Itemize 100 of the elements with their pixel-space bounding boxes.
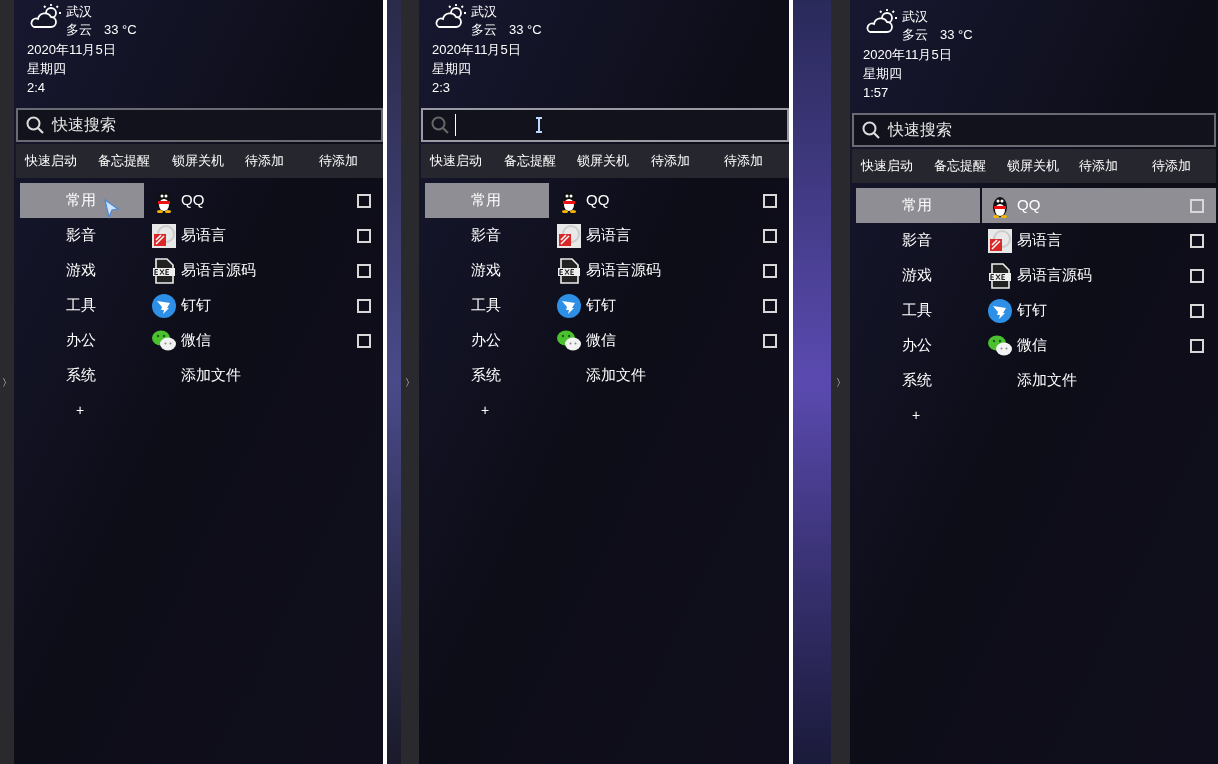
exe-file-icon xyxy=(556,257,581,284)
app-row[interactable]: 微信 xyxy=(551,323,789,358)
category-item[interactable]: 影音 xyxy=(425,218,549,253)
checkbox[interactable] xyxy=(357,193,371,208)
checkbox[interactable] xyxy=(763,193,777,208)
chat-bubbles-icon xyxy=(986,333,1013,358)
app-row[interactable]: 易语言源码 xyxy=(551,253,789,288)
tab[interactable]: 待添加 xyxy=(1143,156,1216,176)
category-item[interactable]: 系统 xyxy=(425,358,549,393)
search-field[interactable] xyxy=(421,108,789,142)
checkbox[interactable] xyxy=(763,298,777,313)
app-row[interactable]: 易语言 xyxy=(982,223,1216,258)
app-label: 钉钉 xyxy=(1017,300,1048,321)
category-item[interactable]: 办公 xyxy=(20,323,144,358)
collapse-handle[interactable]: 〉 xyxy=(401,0,419,764)
checkbox[interactable] xyxy=(357,333,371,348)
time-label: 2:3 xyxy=(432,79,451,97)
app-row[interactable]: 添加文件 xyxy=(551,358,789,393)
text-caret xyxy=(455,114,456,136)
tab[interactable]: 备忘提醒 xyxy=(924,156,998,176)
app-label: 钉钉 xyxy=(586,295,617,316)
collapse-handle[interactable]: 〉 xyxy=(831,0,850,764)
time-label: 2:4 xyxy=(27,79,46,97)
app-row[interactable]: 钉钉 xyxy=(146,288,383,323)
category-item[interactable]: 工具 xyxy=(856,293,980,328)
checkbox[interactable] xyxy=(357,228,371,243)
app-row[interactable]: 微信 xyxy=(146,323,383,358)
app-row[interactable]: 添加文件 xyxy=(146,358,383,393)
time-label: 1:57 xyxy=(863,84,889,102)
category-item[interactable]: 工具 xyxy=(20,288,144,323)
wing-logo-icon xyxy=(556,293,581,318)
search-field[interactable]: 快速搜索 xyxy=(16,108,383,142)
tab[interactable]: 备忘提醒 xyxy=(494,151,569,171)
logo-icon xyxy=(556,223,581,248)
app-row[interactable]: 易语言 xyxy=(551,218,789,253)
category-item[interactable]: 办公 xyxy=(425,323,549,358)
app-row[interactable]: QQ xyxy=(551,183,789,218)
checkbox[interactable] xyxy=(1190,233,1204,248)
tab[interactable]: 锁屏关机 xyxy=(997,156,1071,176)
tab[interactable]: 快速启动 xyxy=(852,156,925,176)
tab[interactable]: 待添加 xyxy=(236,151,310,171)
app-row[interactable]: 易语言源码 xyxy=(982,258,1216,293)
checkbox[interactable] xyxy=(1190,268,1204,283)
tab[interactable]: 待添加 xyxy=(1070,156,1144,176)
tab[interactable]: 锁屏关机 xyxy=(568,151,642,171)
logo-icon xyxy=(987,228,1012,253)
app-row[interactable]: 添加文件 xyxy=(982,363,1216,398)
category-item[interactable]: 办公 xyxy=(856,328,980,363)
checkbox[interactable] xyxy=(763,333,777,348)
checkbox[interactable] xyxy=(763,228,777,243)
checkbox[interactable] xyxy=(357,298,371,313)
checkbox[interactable] xyxy=(763,263,777,278)
app-row[interactable]: QQ xyxy=(146,183,383,218)
tab[interactable]: 待添加 xyxy=(641,151,716,171)
date-label: 2020年11月5日 xyxy=(432,41,521,59)
checkbox[interactable] xyxy=(1190,303,1204,318)
category-item[interactable]: 影音 xyxy=(20,218,144,253)
search-placeholder: 快速搜索 xyxy=(52,115,116,135)
add-category-button[interactable]: + xyxy=(856,398,980,433)
app-label: 易语言 xyxy=(1017,230,1063,251)
app-label: QQ xyxy=(181,190,206,211)
collapse-handle[interactable]: 〉 xyxy=(0,0,14,764)
checkbox[interactable] xyxy=(1190,198,1204,213)
category-item[interactable]: 游戏 xyxy=(425,253,549,288)
category-item[interactable]: 系统 xyxy=(20,358,144,393)
weekday-label: 星期四 xyxy=(863,65,902,83)
app-row[interactable]: 易语言 xyxy=(146,218,383,253)
app-label: 添加文件 xyxy=(1017,370,1078,391)
category-item[interactable]: 系统 xyxy=(856,363,980,398)
tab[interactable]: 待添加 xyxy=(309,151,384,171)
add-category-button[interactable]: + xyxy=(20,393,144,428)
date-label: 2020年11月5日 xyxy=(863,46,952,64)
app-row[interactable]: 钉钉 xyxy=(551,288,789,323)
tab[interactable]: 快速启动 xyxy=(421,151,495,171)
checkbox[interactable] xyxy=(1190,338,1204,353)
app-row[interactable]: 微信 xyxy=(982,328,1216,363)
chat-bubbles-icon xyxy=(555,328,582,353)
app-label: 易语言 xyxy=(586,225,632,246)
cloud-sun-icon xyxy=(433,3,467,29)
search-field[interactable]: 快速搜索 xyxy=(852,113,1216,147)
app-label: 微信 xyxy=(586,330,617,351)
category-item[interactable]: 工具 xyxy=(425,288,549,323)
app-row[interactable]: 易语言源码 xyxy=(146,253,383,288)
search-icon xyxy=(26,116,44,134)
temperature-label: 33 °C xyxy=(940,26,973,44)
category-item[interactable]: 影音 xyxy=(856,223,980,258)
temperature-label: 33 °C xyxy=(104,21,137,39)
category-item[interactable]: 游戏 xyxy=(20,253,144,288)
tab[interactable]: 快速启动 xyxy=(16,151,90,171)
app-label: QQ xyxy=(1017,195,1042,216)
add-category-button[interactable]: + xyxy=(425,393,549,428)
checkbox[interactable] xyxy=(357,263,371,278)
app-row[interactable]: 钉钉 xyxy=(982,293,1216,328)
tab[interactable]: 备忘提醒 xyxy=(89,151,163,171)
tab[interactable]: 待添加 xyxy=(715,151,789,171)
app-label: 易语言源码 xyxy=(1017,265,1093,286)
tab[interactable]: 锁屏关机 xyxy=(162,151,237,171)
chat-bubbles-icon xyxy=(150,328,177,353)
category-item[interactable]: 游戏 xyxy=(856,258,980,293)
weather-condition: 多云 xyxy=(66,21,92,39)
